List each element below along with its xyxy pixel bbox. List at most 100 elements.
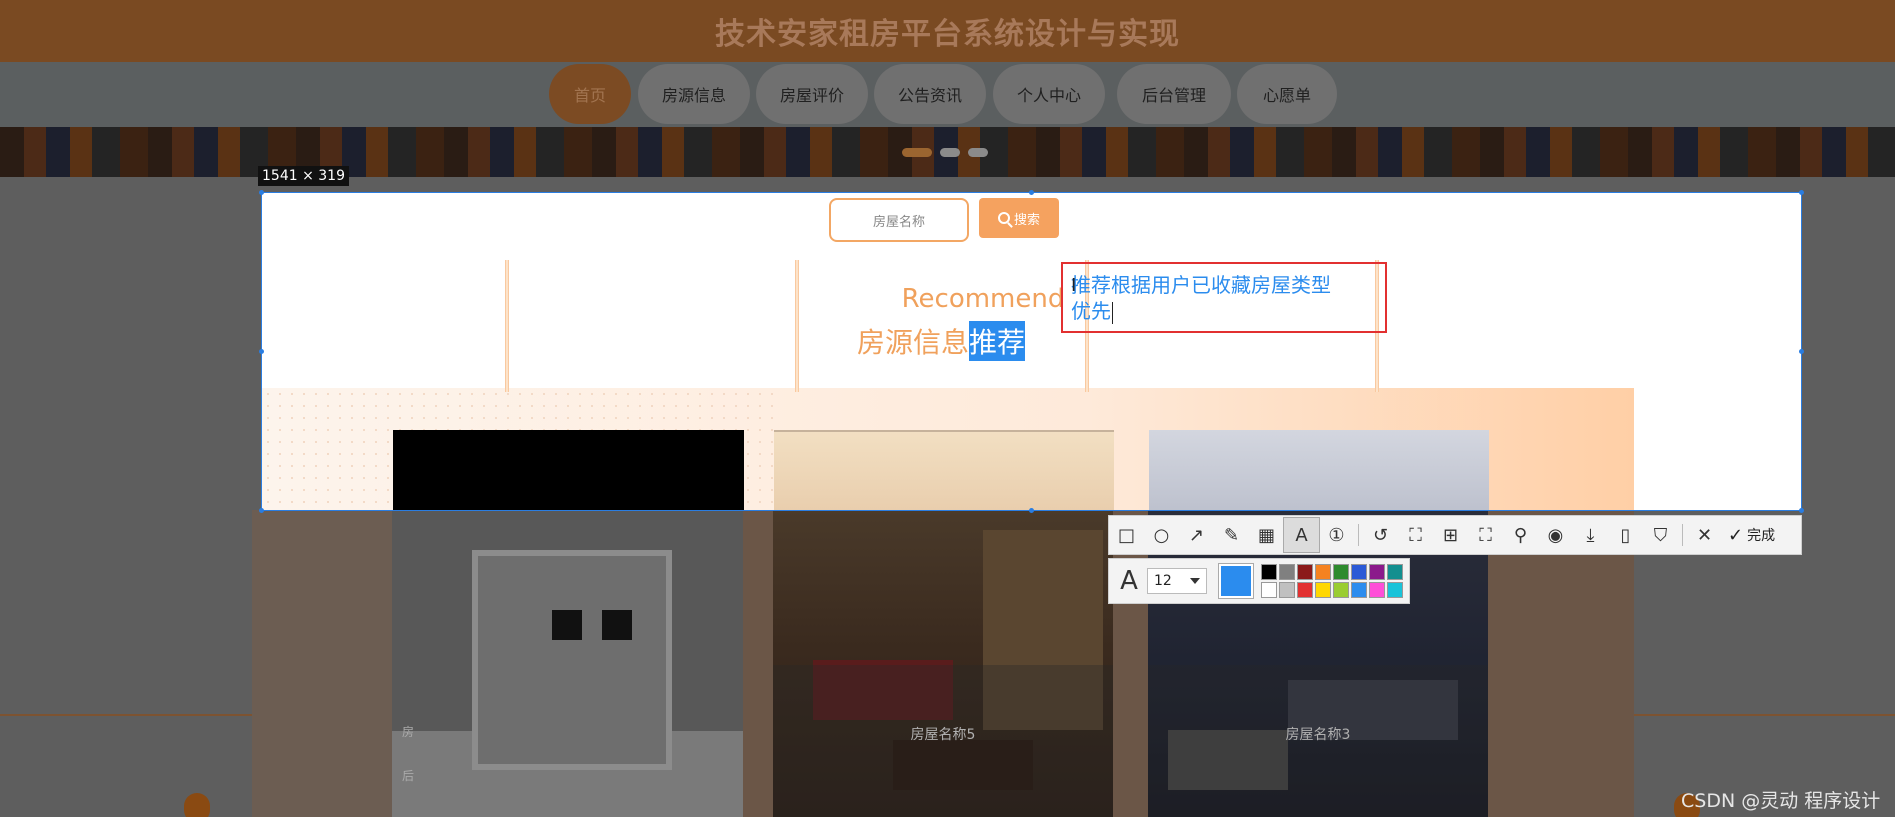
house-card[interactable]: 房 后 (392, 510, 743, 817)
text-caret (1112, 301, 1113, 324)
resize-handle[interactable] (1799, 190, 1804, 195)
nav-item-listings[interactable]: 房源信息 (638, 64, 750, 124)
search-input[interactable]: 房屋名称 (829, 198, 969, 242)
screenshot-selection[interactable]: 房屋名称 搜索 Recommend 房源信息 推荐 I 推荐根据用户已收藏房屋类… (261, 192, 1802, 511)
nav-item-wishlist[interactable]: 心愿单 (1237, 64, 1337, 124)
rectangle-tool-icon[interactable]: □ (1109, 518, 1144, 552)
annotation-line-1: 推荐根据用户已收藏房屋类型 (1071, 273, 1331, 297)
color-swatch[interactable] (1351, 564, 1367, 580)
house-card[interactable]: 房屋名称3 (1148, 510, 1488, 817)
section-title-plain: 房源信息 (857, 326, 970, 359)
color-swatch[interactable] (1387, 564, 1403, 580)
color-swatch[interactable] (1279, 582, 1295, 598)
color-swatch[interactable] (1369, 582, 1385, 598)
toolbar-separator (1358, 524, 1359, 546)
download-icon[interactable]: ⤓ (1573, 518, 1608, 552)
annotation-text-box[interactable]: I 推荐根据用户已收藏房屋类型 优先 (1061, 262, 1387, 333)
house-card-caption: 房屋名称3 (1285, 727, 1351, 743)
crop-icon[interactable]: ⛶ (1398, 518, 1433, 552)
arrow-tool-icon[interactable]: ↗ (1179, 518, 1214, 552)
color-swatch[interactable] (1333, 564, 1349, 580)
nav-item-profile[interactable]: 个人中心 (993, 64, 1105, 124)
site-header: 技术安家租房平台系统设计与实现 (0, 0, 1895, 62)
resize-handle[interactable] (259, 508, 264, 513)
house-card-image[interactable] (1149, 430, 1489, 510)
color-swatch[interactable] (1315, 564, 1331, 580)
undo-icon[interactable]: ↺ (1363, 518, 1398, 552)
resize-handle[interactable] (259, 190, 264, 195)
resize-handle[interactable] (1029, 508, 1034, 513)
resize-handle[interactable] (1799, 508, 1804, 513)
phone-icon[interactable]: ▯ (1608, 518, 1643, 552)
divider-line (1634, 714, 1895, 716)
pin-icon[interactable]: ⚲ (1503, 518, 1538, 552)
color-swatch[interactable] (1261, 582, 1277, 598)
done-button[interactable]: ✓ 完成 (1728, 525, 1775, 546)
toolbar-separator (1682, 524, 1683, 546)
font-icon: A (1120, 566, 1138, 596)
house-card-image[interactable] (774, 430, 1114, 510)
nav-item-home[interactable]: 首页 (549, 64, 631, 124)
mosaic-tool-icon[interactable]: ▦ (1249, 518, 1284, 552)
color-swatch[interactable] (1297, 564, 1313, 580)
carousel-dot[interactable] (940, 148, 960, 157)
decorative-line (505, 260, 509, 392)
resize-handle[interactable] (1029, 190, 1034, 195)
pencil-tool-icon[interactable]: ✎ (1214, 518, 1249, 552)
color-swatch[interactable] (1351, 582, 1367, 598)
watermark: CSDN @灵动 程序设计 (1681, 790, 1881, 812)
nav-item-admin[interactable]: 后台管理 (1117, 64, 1231, 124)
carousel-dot[interactable] (902, 148, 932, 157)
color-swatch[interactable] (1369, 564, 1385, 580)
text-tool-icon[interactable]: A (1283, 517, 1320, 553)
house-card[interactable]: 房屋名称5 (773, 510, 1113, 817)
check-icon: ✓ (1728, 524, 1744, 546)
search-icon (997, 212, 1010, 224)
font-size-select[interactable]: 12 (1147, 568, 1207, 594)
annotation-line-2-text: 优先 (1071, 299, 1111, 323)
resize-handle[interactable] (259, 349, 264, 354)
ellipse-tool-icon[interactable]: ○ (1144, 518, 1179, 552)
color-swatch[interactable] (1333, 582, 1349, 598)
translate-icon[interactable]: ⊞ (1433, 518, 1468, 552)
carousel-dots (902, 148, 988, 157)
chevron-down-icon (1190, 578, 1200, 584)
done-button-label: 完成 (1747, 528, 1776, 544)
close-icon[interactable]: ✕ (1687, 518, 1722, 552)
section-title-cn: 房源信息 推荐 (857, 321, 1026, 361)
ocr-icon[interactable]: ⛶ (1468, 518, 1503, 552)
resize-handle[interactable] (1799, 349, 1804, 354)
house-card-caption: 房 (402, 725, 415, 739)
current-color-swatch[interactable] (1218, 563, 1254, 599)
text-properties-bar: A 12 (1108, 558, 1410, 604)
site-title: 技术安家租房平台系统设计与实现 (715, 17, 1180, 52)
divider-line (0, 714, 252, 716)
color-swatch[interactable] (1261, 564, 1277, 580)
annotation-line-2: 优先 (1071, 298, 1377, 324)
search-button[interactable]: 搜索 (979, 198, 1059, 238)
font-size-value: 12 (1154, 573, 1172, 589)
color-swatch[interactable] (1315, 582, 1331, 598)
float-button[interactable] (184, 793, 210, 817)
house-card-image[interactable] (393, 430, 744, 510)
selection-size-label: 1541 × 319 (258, 166, 349, 186)
house-photo-detail (552, 610, 582, 640)
bookmark-icon[interactable]: ⛉ (1643, 518, 1678, 552)
main-nav: 首页 房源信息 房屋评价 公告资讯 个人中心 后台管理 心愿单 (0, 62, 1895, 127)
text-cursor-icon: I (1071, 275, 1077, 296)
search-button-label: 搜索 (1013, 212, 1040, 228)
nav-item-news[interactable]: 公告资讯 (874, 64, 986, 124)
house-photo (472, 550, 672, 770)
nav-item-reviews[interactable]: 房屋评价 (756, 64, 868, 124)
carousel-dot[interactable] (968, 148, 988, 157)
section-title-highlight: 推荐 (969, 321, 1026, 361)
color-palette (1261, 564, 1403, 598)
color-swatch[interactable] (1387, 582, 1403, 598)
content-panel (252, 510, 394, 817)
record-icon[interactable]: ◉ (1538, 518, 1573, 552)
color-swatch[interactable] (1279, 564, 1295, 580)
color-swatch[interactable] (1297, 582, 1313, 598)
house-photo-detail (602, 610, 632, 640)
annotation-toolbar: □ ○ ↗ ✎ ▦ A ① ↺ ⛶ ⊞ ⛶ ⚲ ◉ ⤓ ▯ ⛉ ✕ ✓ 完成 (1108, 515, 1802, 555)
number-tool-icon[interactable]: ① (1319, 518, 1354, 552)
